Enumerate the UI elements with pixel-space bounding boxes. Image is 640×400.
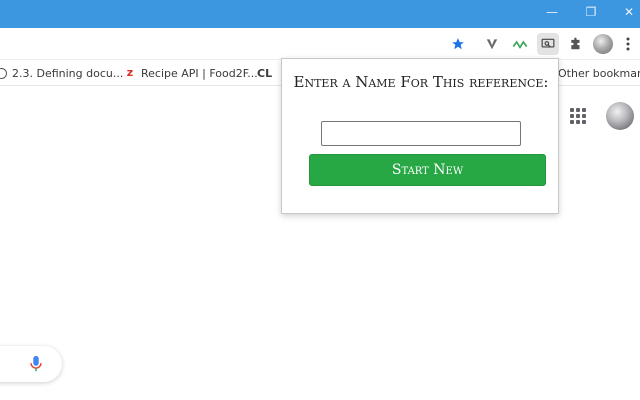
extension-screen-icon[interactable]: [537, 33, 559, 55]
reference-name-input[interactable]: [321, 121, 521, 146]
popup-title: Enter a Name For This reference:: [293, 73, 549, 91]
food2fork-favicon-icon: z: [126, 66, 134, 79]
google-apps-icon[interactable]: [570, 108, 586, 124]
profile-avatar-icon[interactable]: [592, 33, 614, 55]
start-new-button[interactable]: Start New: [309, 154, 546, 186]
other-bookmarks-label: Other bookmarks: [558, 66, 640, 80]
bookmark-label: 2.3. Defining docu...: [12, 66, 124, 80]
close-window-button[interactable]: ✕: [618, 4, 640, 20]
bookmark-star-icon[interactable]: [447, 33, 469, 55]
bookmark-label: CL: [257, 66, 273, 80]
bookmark-cl[interactable]: CL: [257, 65, 272, 81]
other-bookmarks[interactable]: Other bookmarks: [558, 65, 640, 81]
bookmark-label: Recipe API | Food2F...: [141, 66, 258, 80]
extension-popup: Enter a Name For This reference: Start N…: [281, 58, 559, 214]
restore-button[interactable]: ❐: [580, 4, 602, 20]
extension-wave-icon[interactable]: [509, 33, 531, 55]
bookmark-favicon-icon: [0, 67, 7, 79]
extension-v-icon[interactable]: [481, 33, 503, 55]
minimize-button[interactable]: —: [541, 4, 563, 20]
kebab-menu-icon[interactable]: [621, 33, 635, 55]
bookmark-defining-docs[interactable]: 2.3. Defining docu...: [0, 65, 123, 81]
bookmark-recipe-api[interactable]: z Recipe API | Food2F...: [124, 65, 258, 81]
puzzle-extensions-icon[interactable]: [565, 33, 587, 55]
voice-search-mic-icon[interactable]: [28, 355, 44, 373]
google-account-avatar[interactable]: [606, 102, 634, 130]
